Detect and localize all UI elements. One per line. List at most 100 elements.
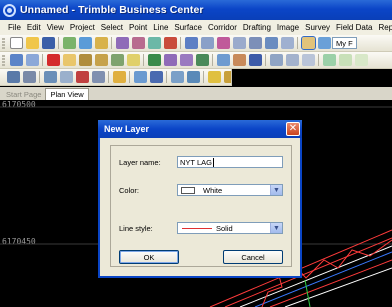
save-icon[interactable] [41, 37, 55, 49]
zoom-icon[interactable] [94, 54, 108, 66]
menu-line[interactable]: Line [150, 23, 171, 32]
menu-point[interactable]: Point [126, 23, 150, 32]
check-icon[interactable] [195, 54, 209, 66]
toolbar-separator [203, 71, 204, 83]
color-label: Color: [119, 186, 140, 195]
toolbar-separator [129, 71, 130, 83]
measure-icon[interactable] [115, 37, 129, 49]
refresh-icon[interactable] [110, 54, 124, 66]
add-point-icon[interactable] [322, 54, 336, 66]
menu-image[interactable]: Image [274, 23, 302, 32]
adjust-icon[interactable] [232, 54, 246, 66]
chevron-down-icon[interactable]: ▼ [270, 185, 282, 195]
cross-section-icon[interactable] [149, 71, 163, 83]
menu-corridor[interactable]: Corridor [205, 23, 240, 32]
toolbar-grip [2, 54, 5, 66]
new-file-icon[interactable] [9, 37, 23, 49]
distance-icon[interactable] [147, 37, 161, 49]
delete-icon[interactable] [46, 54, 60, 66]
ok-button[interactable]: OK [119, 250, 179, 264]
chart-icon[interactable] [264, 37, 278, 49]
plot-icon[interactable] [186, 71, 200, 83]
line-style-label: Line style: [119, 224, 153, 233]
dialog-group-box: Layer name: NYT LAG Color: White ▼ Line … [110, 145, 292, 267]
cogo-icon[interactable] [6, 71, 20, 83]
text-caret [212, 157, 214, 167]
standard-toolbar: My F [0, 35, 392, 52]
ortho-icon[interactable] [285, 54, 299, 66]
network-icon[interactable] [216, 54, 230, 66]
close-icon[interactable]: ✕ [286, 122, 300, 136]
line-style-select[interactable]: Solid ▼ [177, 222, 283, 234]
project-icon[interactable] [94, 37, 108, 49]
angle-icon[interactable] [131, 37, 145, 49]
toolbar-grip [2, 37, 5, 49]
tab-start-page[interactable]: Start Page [2, 89, 45, 100]
active-layer-box[interactable]: My F [332, 37, 357, 49]
layer-manager-icon[interactable] [300, 36, 316, 50]
sheet-icon[interactable] [170, 71, 184, 83]
chevron-down-icon[interactable]: ▼ [270, 223, 282, 233]
window-icon[interactable] [200, 37, 214, 49]
extend-icon[interactable] [91, 71, 105, 83]
toolbar-separator [297, 37, 298, 49]
properties-icon[interactable] [62, 54, 76, 66]
tab-plan-view[interactable]: Plan View [45, 88, 89, 100]
pencil-icon[interactable] [207, 71, 221, 83]
undo-icon[interactable] [9, 54, 23, 66]
cancel-button[interactable]: Cancel [223, 250, 283, 264]
select-icon[interactable] [147, 54, 161, 66]
annotate-icon[interactable] [223, 71, 231, 83]
filter-icon[interactable] [163, 54, 177, 66]
search-icon[interactable] [248, 54, 262, 66]
menu-reports[interactable]: Reports [376, 23, 392, 32]
export-icon[interactable] [78, 37, 92, 49]
table-icon[interactable] [248, 37, 262, 49]
highlight-icon[interactable] [126, 54, 140, 66]
menu-field-data[interactable]: Field Data [333, 23, 375, 32]
toolbar-separator [318, 54, 319, 66]
profile-icon[interactable] [133, 71, 147, 83]
view-icon[interactable] [184, 37, 198, 49]
group-icon[interactable] [179, 54, 193, 66]
layer-icon[interactable] [216, 37, 230, 49]
layer-name-input[interactable]: NYT LAG [177, 156, 283, 168]
drafting-toolbar [0, 69, 232, 86]
menu-view[interactable]: View [44, 23, 67, 32]
menu-file[interactable]: File [5, 23, 24, 32]
snap-icon[interactable] [269, 54, 283, 66]
select-layer-icon[interactable] [317, 37, 331, 49]
color-select[interactable]: White ▼ [177, 184, 283, 196]
intersect-icon[interactable] [43, 71, 57, 83]
toolbar-separator [180, 37, 181, 49]
report-icon[interactable] [280, 37, 294, 49]
open-folder-icon[interactable] [25, 37, 39, 49]
rotate-icon[interactable] [354, 54, 368, 66]
menu-project[interactable]: Project [67, 23, 98, 32]
menu-edit[interactable]: Edit [24, 23, 44, 32]
toolbar-separator [58, 37, 59, 49]
menu-survey[interactable]: Survey [302, 23, 333, 32]
color-swatch [181, 186, 195, 194]
layer-name-label: Layer name: [119, 158, 161, 167]
menu-surface[interactable]: Surface [171, 23, 205, 32]
app-title-bar: Unnamed - Trimble Business Center [0, 0, 392, 20]
polar-icon[interactable] [301, 54, 315, 66]
toolbar-separator [111, 37, 112, 49]
toolbar-separator [108, 71, 109, 83]
import-icon[interactable] [62, 37, 76, 49]
offset-icon[interactable] [59, 71, 73, 83]
note-icon[interactable] [112, 71, 126, 83]
menu-drafting[interactable]: Drafting [240, 23, 274, 32]
pan-icon[interactable] [78, 54, 92, 66]
stop-icon[interactable] [163, 37, 177, 49]
redo-icon[interactable] [25, 54, 39, 66]
traverse-icon[interactable] [22, 71, 36, 83]
menu-select[interactable]: Select [98, 23, 126, 32]
toolbar-separator [143, 54, 144, 66]
move-icon[interactable] [338, 54, 352, 66]
toolbar-separator [39, 71, 40, 83]
window-title: Unnamed - Trimble Business Center [20, 4, 204, 16]
grid-icon[interactable] [232, 37, 246, 49]
break-icon[interactable] [75, 71, 89, 83]
